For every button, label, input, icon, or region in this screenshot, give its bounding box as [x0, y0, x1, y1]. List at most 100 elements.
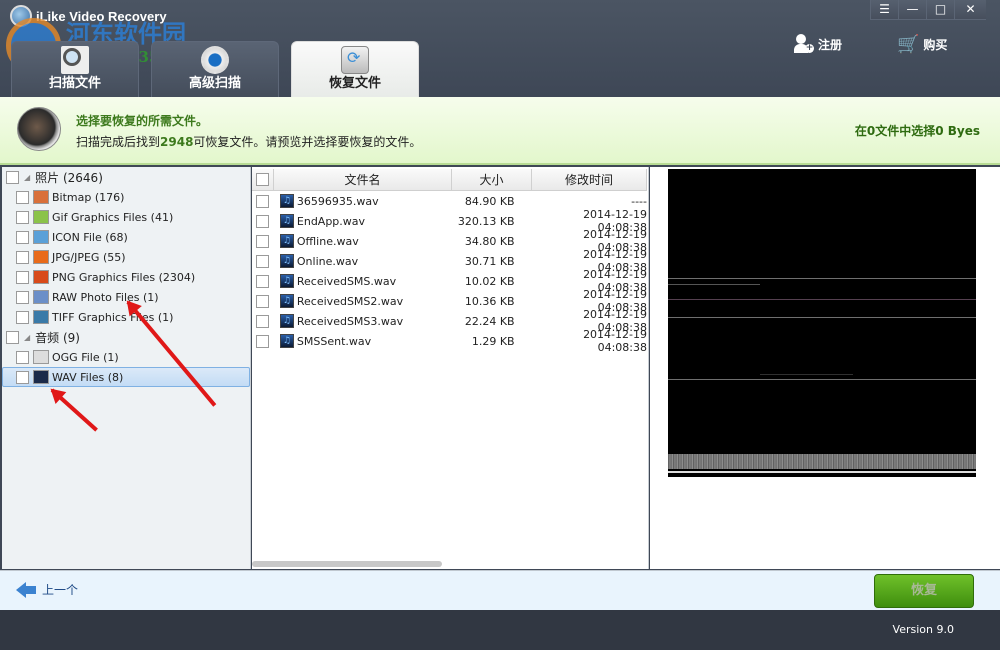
- row-checkbox-cell: [252, 194, 274, 208]
- tree-item[interactable]: OGG File (1): [2, 347, 250, 367]
- png-file-icon: [33, 270, 49, 284]
- column-header-modified[interactable]: 修改时间: [532, 169, 647, 190]
- tree-item[interactable]: JPG/JPEG (55): [2, 247, 250, 267]
- tree-item-label: TIFF Graphics Files (1): [52, 310, 174, 324]
- column-header-name[interactable]: 文件名: [274, 169, 452, 190]
- wav-file-icon: [33, 370, 49, 384]
- minimize-button[interactable]: —: [898, 0, 926, 20]
- file-size: 34.80 KB: [464, 234, 515, 248]
- tree-item[interactable]: ICON File (68): [2, 227, 250, 247]
- tree-item[interactable]: Bitmap (176): [2, 187, 250, 207]
- preview-image: [668, 169, 976, 477]
- wav-file-icon: ♫: [279, 214, 294, 228]
- tab-scan-files[interactable]: 扫描文件: [11, 41, 139, 97]
- tree-item-wav-selected[interactable]: WAV Files (8): [2, 367, 250, 387]
- file-name: Online.wav: [296, 254, 359, 268]
- row-checkbox-cell: [252, 294, 274, 308]
- file-size: 10.02 KB: [464, 274, 515, 288]
- tab-advanced-scan[interactable]: 高级扫描: [151, 41, 279, 97]
- banner-description: 扫描完成后找到2948可恢复文件。请预览并选择要恢复的文件。: [76, 133, 421, 150]
- tree-item-label: RAW Photo Files (1): [52, 290, 159, 304]
- checkbox[interactable]: [16, 370, 29, 384]
- tree-group-photos[interactable]: ◢ 照片 (2646): [2, 167, 250, 187]
- file-name-cell: ♫ ReceivedSMS2.wav: [274, 294, 453, 308]
- bitmap-file-icon: [33, 190, 49, 204]
- collapse-triangle-icon[interactable]: ◢: [24, 173, 30, 182]
- file-size: 22.24 KB: [464, 314, 515, 328]
- file-name: Offline.wav: [296, 234, 359, 248]
- gear-icon: [201, 46, 229, 74]
- row-checkbox-cell: [252, 314, 274, 328]
- icon-file-icon: [33, 230, 49, 244]
- checkbox[interactable]: [256, 334, 270, 348]
- minimize-icon: —: [906, 2, 919, 16]
- tree-item-label: Gif Graphics Files (41): [52, 210, 174, 224]
- checkbox[interactable]: [6, 330, 19, 344]
- file-name-cell: ♫ 36596935.wav: [274, 194, 453, 208]
- horizontal-scrollbar[interactable]: [252, 561, 442, 567]
- file-name-cell: ♫ Offline.wav: [274, 234, 453, 248]
- checkbox[interactable]: [6, 170, 19, 184]
- checkbox[interactable]: [16, 190, 29, 204]
- tab-recover-files[interactable]: ⟳ 恢复文件: [291, 41, 419, 97]
- tree-item-label: PNG Graphics Files (2304): [52, 270, 196, 284]
- select-all-checkbox[interactable]: [256, 173, 269, 186]
- checkbox[interactable]: [16, 310, 29, 324]
- menu-button[interactable]: ☰: [870, 0, 898, 20]
- checkbox[interactable]: [16, 230, 29, 244]
- tree-item[interactable]: Gif Graphics Files (41): [2, 207, 250, 227]
- buy-link[interactable]: 🛒 购买: [897, 34, 947, 55]
- file-list: 文件名 大小 修改时间 ♫ 36596935.wav 84.90 KB ---- ♫ En…: [252, 167, 649, 569]
- select-all-cell: [252, 169, 274, 190]
- checkbox[interactable]: [16, 270, 29, 284]
- checkbox[interactable]: [16, 350, 29, 364]
- wav-file-icon: ♫: [279, 234, 294, 248]
- tab-label: 高级扫描: [188, 76, 241, 91]
- tree-item-label: JPG/JPEG (55): [52, 250, 126, 264]
- checkbox[interactable]: [256, 194, 270, 208]
- wav-file-icon: ♫: [279, 334, 294, 348]
- file-size: 30.71 KB: [464, 254, 515, 268]
- footer-bar: 上一个 恢复: [0, 570, 1000, 610]
- gif-file-icon: [33, 210, 49, 224]
- file-name: SMSSent.wav: [296, 334, 372, 348]
- file-list-header: 文件名 大小 修改时间: [252, 169, 647, 191]
- checkbox[interactable]: [16, 290, 29, 304]
- version-label: Version 9.0: [892, 623, 954, 636]
- tab-label: 恢复文件: [328, 76, 381, 91]
- checkbox[interactable]: [256, 214, 270, 228]
- selection-summary: 在0文件中选择0 Byes: [854, 124, 980, 138]
- maximize-icon: □: [934, 2, 947, 16]
- row-checkbox-cell: [252, 254, 274, 268]
- maximize-button[interactable]: □: [926, 0, 954, 20]
- recover-button[interactable]: 恢复: [874, 574, 974, 608]
- checkbox[interactable]: [256, 274, 270, 288]
- tree-item[interactable]: PNG Graphics Files (2304): [2, 267, 250, 287]
- collapse-triangle-icon[interactable]: ◢: [24, 333, 30, 342]
- wav-file-icon: ♫: [279, 274, 294, 288]
- tree-item-label: WAV Files (8): [52, 370, 124, 384]
- file-row[interactable]: ♫ SMSSent.wav 1.29 KB 2014-12-19 04:08:38: [252, 328, 647, 354]
- file-name: 36596935.wav: [296, 194, 379, 208]
- register-link[interactable]: + 注册: [794, 34, 842, 54]
- left-arrow-icon: [16, 581, 36, 598]
- close-button[interactable]: ✕: [954, 0, 986, 20]
- checkbox[interactable]: [256, 314, 270, 328]
- checkbox[interactable]: [16, 250, 29, 264]
- row-checkbox-cell: [252, 334, 274, 348]
- checkbox[interactable]: [256, 294, 270, 308]
- file-modified: ----: [631, 194, 647, 208]
- checkbox[interactable]: [16, 210, 29, 224]
- checkbox[interactable]: [256, 254, 270, 268]
- title-bar: iLike Video Recovery 河东软件园 www.pc0359.cn…: [0, 0, 1000, 97]
- banner-title: 选择要恢复的所需文件。: [76, 114, 209, 128]
- file-size: 1.29 KB: [471, 334, 515, 348]
- list-menu-icon: ☰: [879, 2, 890, 16]
- tree-group-audio[interactable]: ◢ 音频 (9): [2, 327, 250, 347]
- checkbox[interactable]: [256, 234, 270, 248]
- column-header-size[interactable]: 大小: [452, 169, 532, 190]
- file-name-cell: ♫ Online.wav: [274, 254, 453, 268]
- file-name: ReceivedSMS3.wav: [296, 314, 404, 328]
- file-name: ReceivedSMS.wav: [296, 274, 397, 288]
- back-button[interactable]: 上一个: [16, 581, 78, 598]
